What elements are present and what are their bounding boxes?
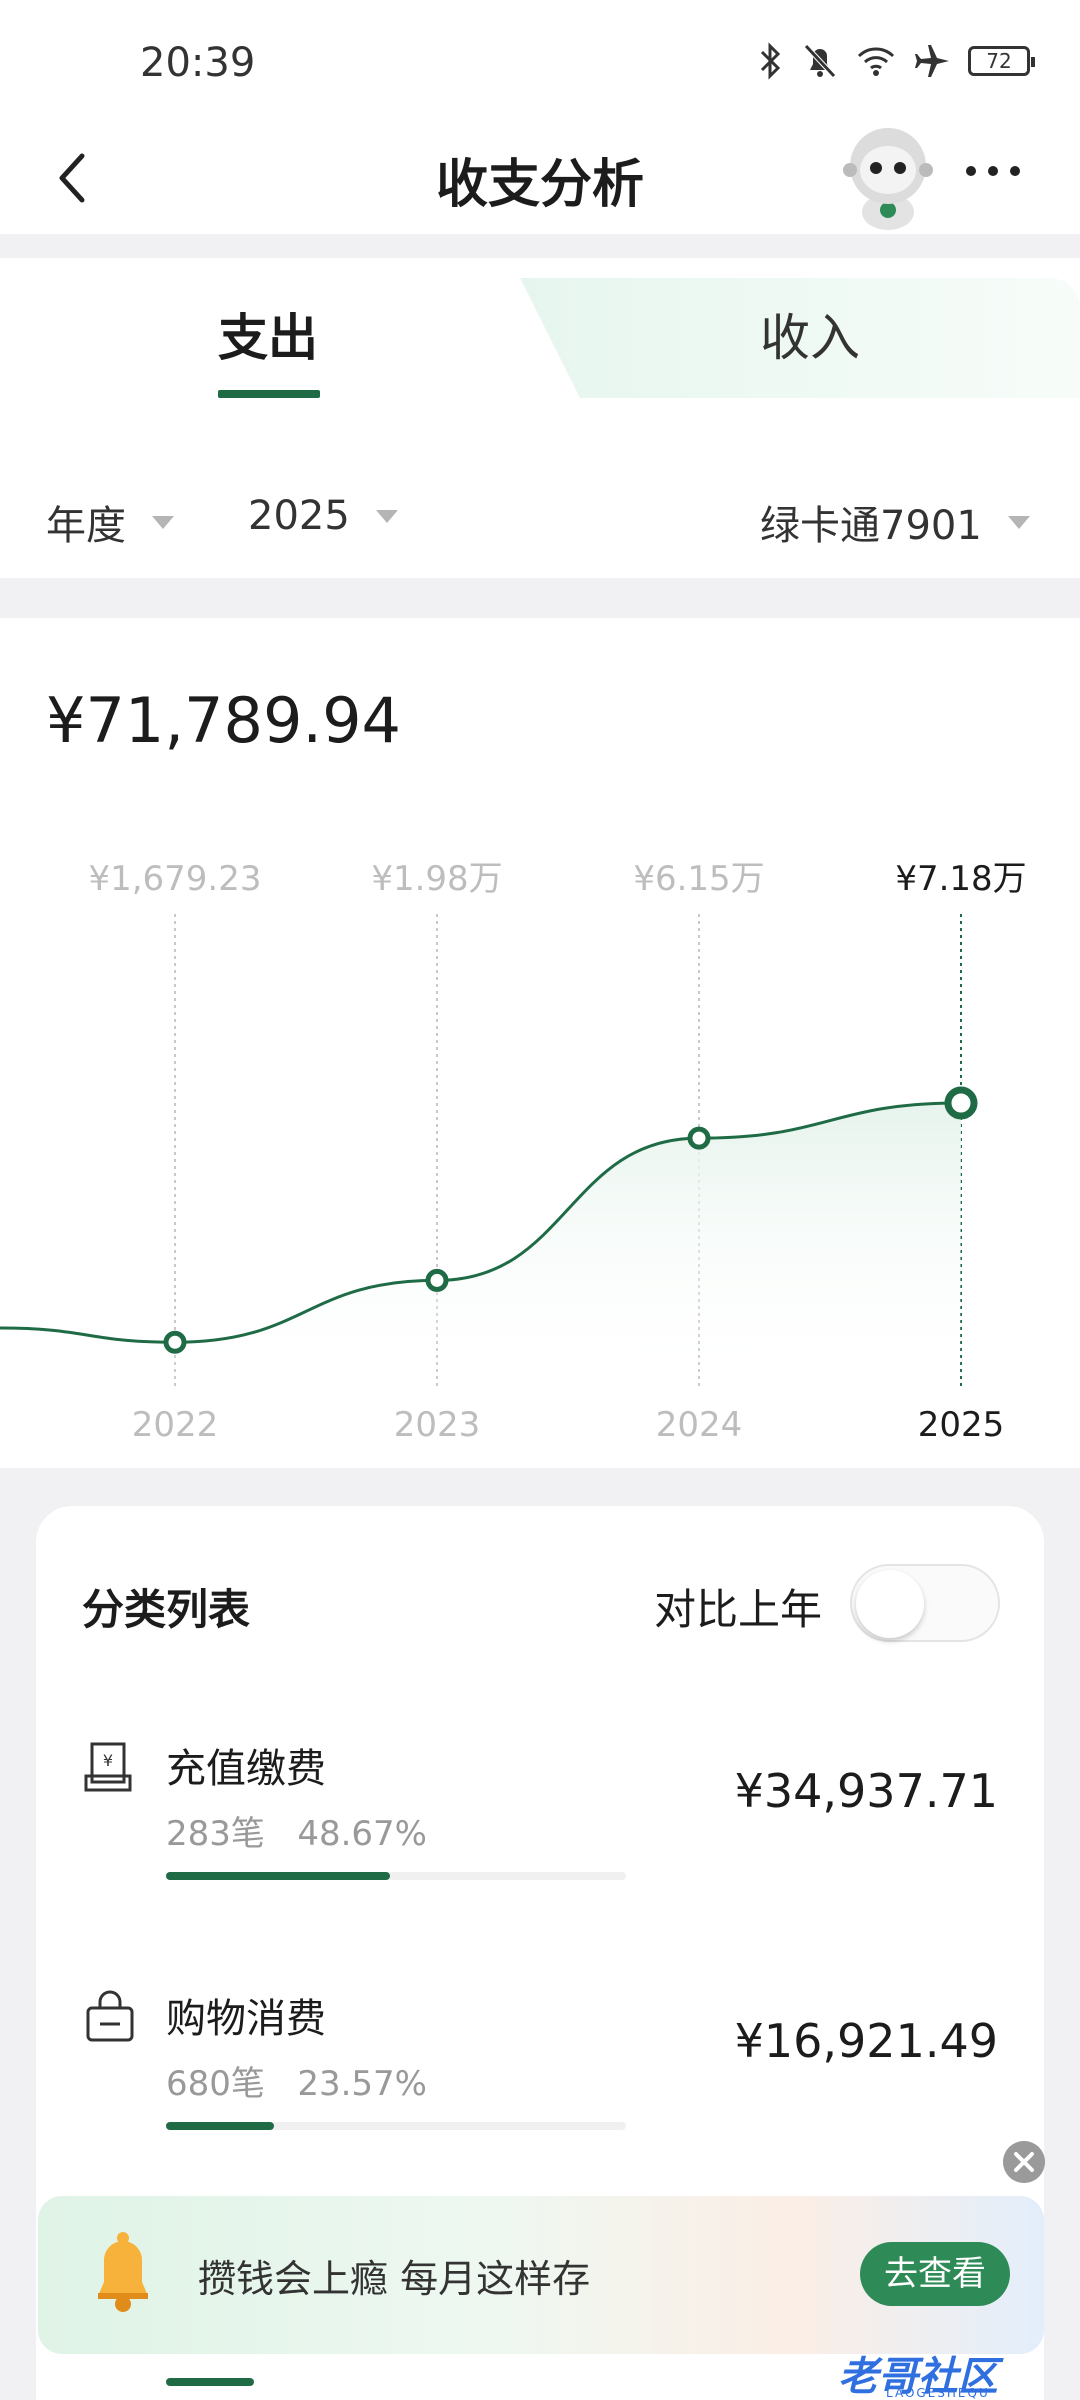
battery-icon: 72 [968, 46, 1035, 76]
chart-data-point [944, 1086, 978, 1120]
category-name: 购物消费 [166, 1996, 326, 2042]
category-meta: 680笔 23.57% [166, 2056, 427, 2105]
chart-data-point [687, 1126, 711, 1150]
category-progress-track [166, 2122, 626, 2130]
tab-expense[interactable]: 支出 [218, 298, 318, 370]
app-header: 收支分析 [0, 128, 1080, 234]
status-bar: 20:39 72 [0, 0, 1080, 130]
chart-area-fill [0, 1103, 961, 1390]
chevron-down-icon [152, 515, 174, 529]
bell-muted-icon [804, 44, 836, 78]
tabs-filter-panel: 支出 收入 年度 2025 绿卡通7901 [0, 258, 1080, 578]
compare-label: 对比上年 [654, 1585, 823, 1634]
chart-x-tick-label: 2023 [394, 1405, 481, 1438]
shopping-bag-icon [86, 1990, 134, 2042]
account-select[interactable]: 绿卡通7901 [760, 493, 1030, 551]
promo-text: 攒钱会上瘾 每月这样存 [198, 2257, 591, 2301]
bell-icon [98, 2232, 148, 2312]
chart-data-point [425, 1268, 449, 1292]
category-progress-fill [166, 2122, 275, 2130]
period-select-value: 年度 [46, 503, 126, 549]
category-amount: ¥34,937.71 [734, 1764, 998, 1818]
category-percent: 48.67% [297, 1814, 427, 1854]
chart-value-label: ¥6.15万 [633, 859, 764, 899]
status-time: 20:39 [140, 40, 256, 86]
chart-x-tick-label: 2024 [656, 1405, 743, 1438]
chart-x-tick-label: 2022 [132, 1405, 219, 1438]
chart-section: ¥71,789.94 ¥1,679.23 2022 ¥1.98万 2023 ¥6.15万… [0, 618, 1080, 1468]
category-progress-fill-partial [166, 2378, 254, 2386]
chart-value-label: ¥1,679.23 [88, 859, 261, 899]
chart-x-tick-label: 2025 [918, 1405, 1005, 1438]
receipt-yen-icon: ¥ [84, 1742, 132, 1792]
year-select[interactable]: 2025 [248, 493, 398, 539]
watermark-sub: LAOGESHEQU [886, 2386, 990, 2400]
total-amount: ¥71,789.94 [46, 684, 401, 757]
chart-data-point [163, 1330, 187, 1354]
wifi-icon [857, 47, 895, 76]
airplane-icon [915, 45, 949, 77]
bluetooth-icon [760, 42, 781, 80]
close-icon[interactable] [1003, 2141, 1045, 2183]
promo-banner[interactable]: 攒钱会上瘾 每月这样存 去查看 [38, 2196, 1044, 2354]
status-icons: 72 [758, 42, 1035, 80]
svg-text:¥: ¥ [103, 1751, 113, 1770]
compare-toggle[interactable] [850, 1564, 1000, 1642]
category-list-title: 分类列表 [82, 1585, 251, 1634]
category-progress-track-partial [166, 2378, 626, 2386]
category-meta: 283笔 48.67% [166, 1806, 427, 1855]
account-select-value: 绿卡通7901 [760, 503, 982, 549]
battery-level: 72 [986, 49, 1012, 73]
more-options-icon[interactable] [966, 166, 1020, 176]
chart-value-label: ¥7.18万 [895, 859, 1026, 899]
year-select-value: 2025 [248, 493, 350, 539]
tab-income[interactable]: 收入 [760, 298, 860, 370]
category-progress-fill [166, 1872, 390, 1880]
chevron-down-icon [1007, 515, 1030, 529]
category-row[interactable]: 购物消费 680笔 23.57% ¥16,921.49 [36, 1976, 1044, 2206]
chevron-down-icon [375, 509, 398, 523]
expense-trend-chart[interactable]: ¥1,679.23 2022 ¥1.98万 2023 ¥6.15万 2024 ¥7.18万 2… [0, 818, 1080, 1438]
active-tab-indicator [218, 390, 320, 398]
category-count: 680笔 [166, 2064, 265, 2104]
period-select[interactable]: 年度 [46, 493, 174, 551]
toggle-knob [856, 1570, 924, 1638]
chart-value-label: ¥1.98万 [371, 859, 502, 899]
robot-mascot-icon[interactable] [838, 122, 938, 232]
category-percent: 23.57% [297, 2064, 427, 2104]
category-count: 283笔 [166, 1814, 265, 1854]
category-amount: ¥16,921.49 [734, 2014, 998, 2068]
category-progress-track [166, 1872, 626, 1880]
category-name: 充值缴费 [166, 1746, 326, 1792]
category-row[interactable]: ¥ 充值缴费 283笔 48.67% ¥34,937.71 [36, 1726, 1044, 1956]
promo-view-button[interactable]: 去查看 [860, 2242, 1010, 2306]
